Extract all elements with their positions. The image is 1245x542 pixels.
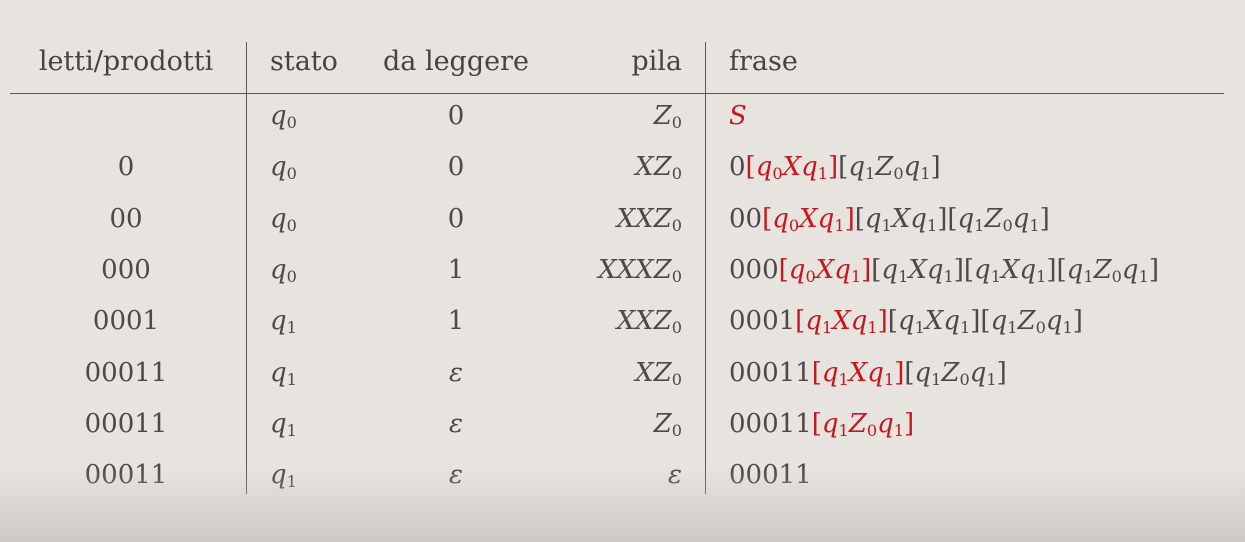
frase-prefix: 00011 (729, 460, 812, 490)
frase-rest: [q1Z0q1] (838, 152, 941, 184)
cell-da-leggere: ε (449, 358, 463, 388)
cell-frase: 0001[q1Xq1][q1Xq1][q1Z0q1] (729, 306, 1229, 336)
frase-rest: [q1Xq1][q1Z0q1] (887, 306, 1083, 338)
cell-pila: XZ0 (635, 358, 682, 390)
frase-prefix: 00 (729, 204, 763, 234)
frase-rest: [q1Z0q1] (904, 358, 1007, 390)
cell-frase: 00011[q1Xq1][q1Z0q1] (729, 358, 1229, 388)
cell-pila: XZ0 (635, 152, 682, 184)
cell-da-leggere: 1 (447, 255, 465, 285)
cell-frase: 0[q0Xq1][q1Z0q1] (729, 152, 1229, 182)
frase-prefix: 0001 (729, 306, 796, 336)
header-letti-prodotti: letti/prodotti (38, 46, 214, 77)
cell-frase: S (729, 101, 1229, 131)
cell-stato: q1 (270, 358, 297, 390)
cell-pila: Z0 (653, 101, 682, 133)
cell-pila: Z0 (653, 409, 682, 441)
cell-frase: 00011[q1Z0q1] (729, 409, 1229, 439)
header-da-leggere: da leggere (382, 46, 529, 77)
cell-stato: q0 (270, 255, 297, 287)
derivation-table: letti/prodotti stato da leggere pila fra… (0, 0, 1245, 542)
header-stato: stato (270, 46, 338, 77)
cell-letti: 00011 (84, 358, 168, 388)
cell-pila: XXXZ0 (598, 255, 682, 287)
cell-stato: q1 (270, 306, 297, 338)
cell-letti: 00 (109, 204, 143, 234)
cell-da-leggere: 0 (447, 152, 465, 182)
cell-frase: 000[q0Xq1][q1Xq1][q1Xq1][q1Z0q1] (729, 255, 1229, 285)
frase-highlight: [q1Xq1] (795, 306, 888, 338)
frase-highlight: [q1Z0q1] (811, 409, 915, 441)
frase-highlight: [q1Xq1] (811, 358, 905, 390)
frase-prefix: 00011 (729, 409, 812, 439)
header-pila: pila (631, 46, 682, 77)
frase-rest: [q1Xq1][q1Xq1][q1Z0q1] (871, 255, 1159, 287)
cell-letti: 00011 (84, 409, 168, 439)
cell-pila: XXZ0 (616, 204, 682, 236)
column-divider-right (705, 42, 706, 494)
header-frase: frase (729, 46, 798, 77)
cell-letti: 000 (101, 255, 151, 285)
cell-pila: XXZ0 (616, 306, 682, 338)
cell-pila: ε (668, 460, 682, 490)
cell-da-leggere: 0 (447, 204, 465, 234)
cell-letti: 00011 (84, 460, 168, 490)
cell-stato: q0 (270, 152, 297, 184)
cell-da-leggere: ε (449, 460, 463, 490)
cell-stato: q0 (270, 101, 297, 133)
frase-prefix: 00011 (729, 358, 812, 388)
frase-highlight: [q0Xq1] (762, 204, 855, 236)
frase-highlight: S (729, 101, 747, 131)
cell-letti: 0 (117, 152, 135, 182)
cell-stato: q1 (270, 460, 297, 492)
cell-da-leggere: 1 (447, 306, 465, 336)
cell-da-leggere: 0 (447, 101, 465, 131)
header-divider (10, 93, 1224, 94)
cell-da-leggere: ε (449, 409, 463, 439)
cell-stato: q1 (270, 409, 297, 441)
frase-prefix: 0 (729, 152, 746, 182)
frase-highlight: [q0Xq1] (778, 255, 872, 287)
cell-stato: q0 (270, 204, 297, 236)
frase-highlight: [q0Xq1] (745, 152, 839, 184)
frase-rest: [q1Xq1][q1Z0q1] (854, 204, 1050, 236)
cell-frase: 00011 (729, 460, 1229, 490)
cell-frase: 00[q0Xq1][q1Xq1][q1Z0q1] (729, 204, 1229, 234)
frase-prefix: 000 (729, 255, 779, 285)
cell-letti: 0001 (92, 306, 160, 336)
column-divider-left (246, 42, 247, 494)
